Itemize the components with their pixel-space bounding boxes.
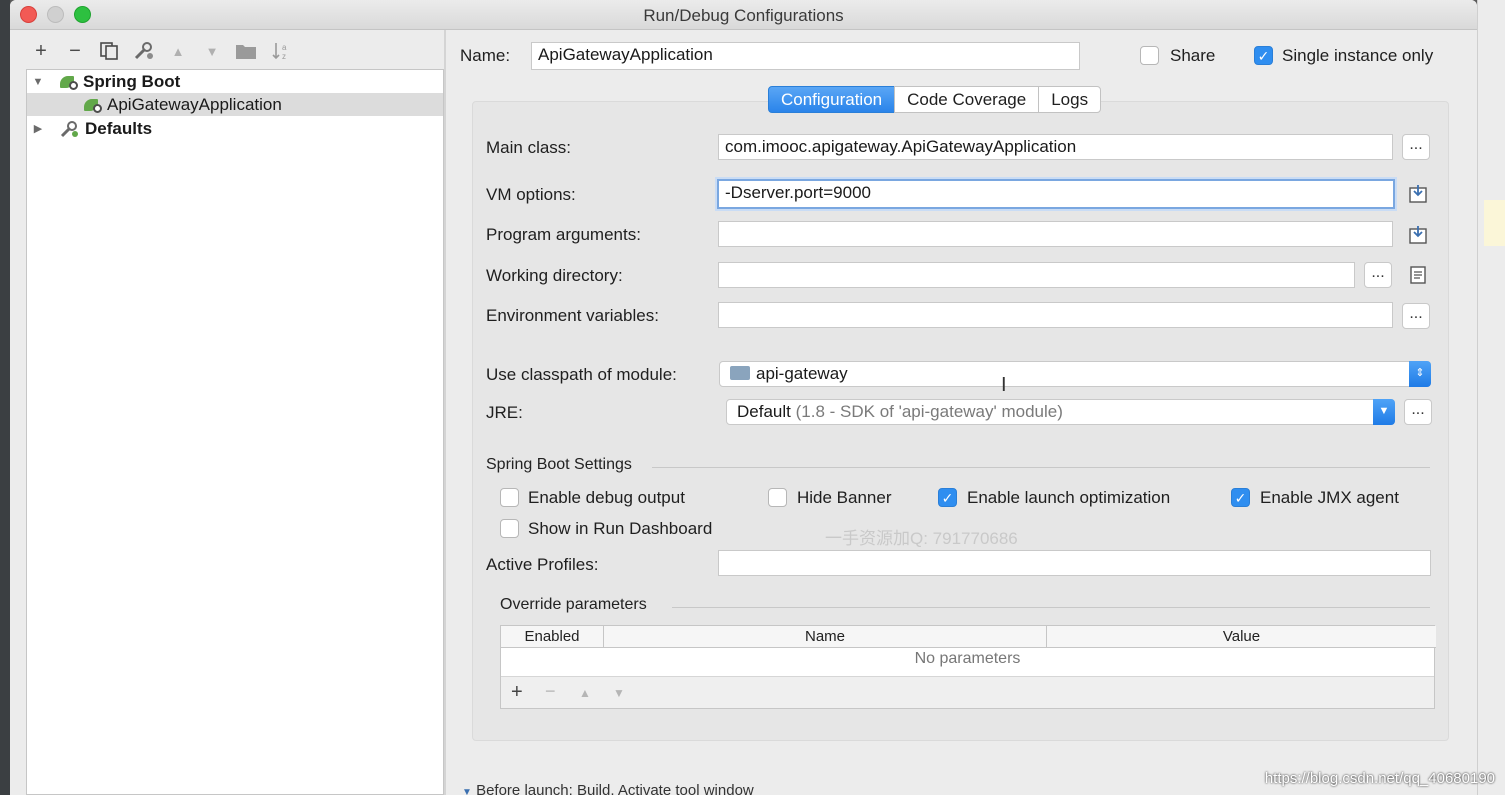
before-launch-section[interactable]: ▼ Before launch: Build, Activate tool wi… [462,782,754,795]
expand-program-args-icon[interactable] [1404,222,1432,248]
vm-options-input[interactable]: -Dserver.port=9000 [717,179,1395,209]
active-profiles-input[interactable] [718,550,1431,576]
tab-code-coverage[interactable]: Code Coverage [894,86,1040,113]
jre-label: JRE: [486,403,523,422]
run-dashboard-checkbox[interactable] [500,519,519,538]
hide-banner-checkbox[interactable] [768,488,787,507]
run-debug-dialog: Run/Debug Configurations + − ▲ ▼ az ▼ Sp… [10,0,1477,795]
collapsed-arrow-icon[interactable]: ▶ [31,122,45,135]
watermark-text: 一手资源加Q: 791770686 [825,529,1018,548]
tree-item-label: ApiGatewayApplication [107,94,282,114]
move-down-icon[interactable]: ▼ [199,38,225,64]
classpath-label: Use classpath of module: [486,365,677,384]
env-vars-browse-button[interactable]: ... [1402,303,1430,329]
env-vars-label: Environment variables: [486,306,659,325]
vm-options-label: VM options: [486,185,576,204]
background-window-edge-right [1477,0,1505,795]
jmx-agent-label: Enable JMX agent [1260,488,1399,507]
debug-output-label: Enable debug output [528,488,685,507]
working-dir-browse-button[interactable]: ... [1364,262,1392,288]
collapse-arrow-icon[interactable]: ▼ [462,787,472,795]
main-class-label: Main class: [486,138,572,157]
override-parameters-table: Enabled Name Value No parameters + − ▲ ▼ [500,625,1436,709]
window-title: Run/Debug Configurations [643,6,844,25]
add-icon[interactable]: + [28,38,54,64]
override-parameters-title: Override parameters [500,596,647,613]
background-highlight [1484,200,1505,246]
tree-defaults-label: Defaults [85,118,153,138]
wrench-icon [59,120,81,138]
single-instance-label: Single instance only [1282,46,1434,65]
copy-icon[interactable] [96,38,122,64]
hide-banner-label: Hide Banner [797,488,892,507]
chevron-down-icon[interactable]: ▼ [1373,399,1395,425]
column-header-enabled[interactable]: Enabled [501,626,604,648]
tree-node-defaults[interactable]: ▶ Defaults [31,117,441,140]
remove-icon[interactable]: − [62,38,88,64]
svg-text:a: a [282,43,287,52]
move-down-icon[interactable]: ▼ [613,686,625,700]
program-args-input[interactable] [718,221,1393,247]
jre-detail: (1.8 - SDK of 'api-gateway' module) [795,402,1063,421]
config-tabs: Configuration Code Coverage Logs [768,86,1102,113]
tab-logs[interactable]: Logs [1038,86,1102,113]
name-label: Name: [460,46,511,65]
tree-group-label: Spring Boot [83,71,181,91]
classpath-value: api-gateway [756,364,848,383]
override-toolbar: + − ▲ ▼ [501,676,1434,708]
csdn-watermark: https://blog.csdn.net/qq_40680190 [1264,770,1495,787]
spring-boot-app-icon [83,96,103,114]
title-bar: Run/Debug Configurations [10,0,1477,30]
background-window-edge [0,0,10,795]
section-divider [672,607,1430,608]
before-launch-label: Before launch: Build, Activate tool wind… [476,782,754,795]
tree-node-spring-boot[interactable]: ▼ Spring Boot [31,70,441,93]
run-dashboard-label: Show in Run Dashboard [528,519,713,538]
env-vars-input[interactable] [718,302,1393,328]
module-folder-icon [730,366,750,380]
empty-table-text: No parameters [914,650,1021,667]
move-up-icon[interactable]: ▲ [165,38,191,64]
launch-optimization-checkbox[interactable]: ✓ [938,488,957,507]
jre-select[interactable]: Default (1.8 - SDK of 'api-gateway' modu… [726,399,1395,425]
spring-boot-settings-title: Spring Boot Settings [486,456,632,473]
spring-boot-icon [59,73,79,91]
active-profiles-label: Active Profiles: [486,555,599,574]
section-divider [652,467,1430,468]
column-header-name[interactable]: Name [604,626,1047,648]
single-instance-checkbox[interactable]: ✓ [1254,46,1273,65]
jre-browse-button[interactable]: ... [1404,399,1432,425]
name-input[interactable]: ApiGatewayApplication [531,42,1080,70]
up-down-chevron-icon[interactable]: ⇕ [1409,361,1431,387]
folder-icon[interactable] [233,38,259,64]
expand-vm-options-icon[interactable] [1404,181,1432,207]
remove-parameter-icon[interactable]: − [545,681,556,702]
sort-icon[interactable]: az [268,38,294,64]
move-up-icon[interactable]: ▲ [579,686,591,700]
working-dir-input[interactable] [718,262,1355,288]
config-toolbar: + − ▲ ▼ az [10,30,444,70]
text-cursor-icon: I [1001,374,1007,396]
panel-splitter[interactable] [444,30,446,795]
main-class-browse-button[interactable]: ... [1402,134,1430,160]
edit-defaults-icon[interactable] [131,38,157,64]
expanded-arrow-icon[interactable]: ▼ [31,76,45,88]
macro-icon[interactable] [1404,262,1432,288]
column-header-value[interactable]: Value [1047,626,1436,648]
tree-node-apigateway[interactable]: ApiGatewayApplication [27,93,443,116]
add-parameter-icon[interactable]: + [511,681,523,704]
program-args-label: Program arguments: [486,225,641,244]
tab-configuration[interactable]: Configuration [768,86,896,113]
main-class-input[interactable]: com.imooc.apigateway.ApiGatewayApplicati… [718,134,1393,160]
jmx-agent-checkbox[interactable]: ✓ [1231,488,1250,507]
debug-output-checkbox[interactable] [500,488,519,507]
jre-value: Default [737,402,791,421]
share-label: Share [1170,46,1216,65]
launch-optimization-label: Enable launch optimization [967,488,1171,507]
share-checkbox[interactable] [1140,46,1159,65]
working-dir-label: Working directory: [486,266,623,285]
svg-text:z: z [282,52,286,61]
classpath-select[interactable]: api-gateway ⇕ [719,361,1431,387]
configuration-tree: ▼ Spring Boot ApiGatewayApplication ▶ De… [26,69,444,795]
